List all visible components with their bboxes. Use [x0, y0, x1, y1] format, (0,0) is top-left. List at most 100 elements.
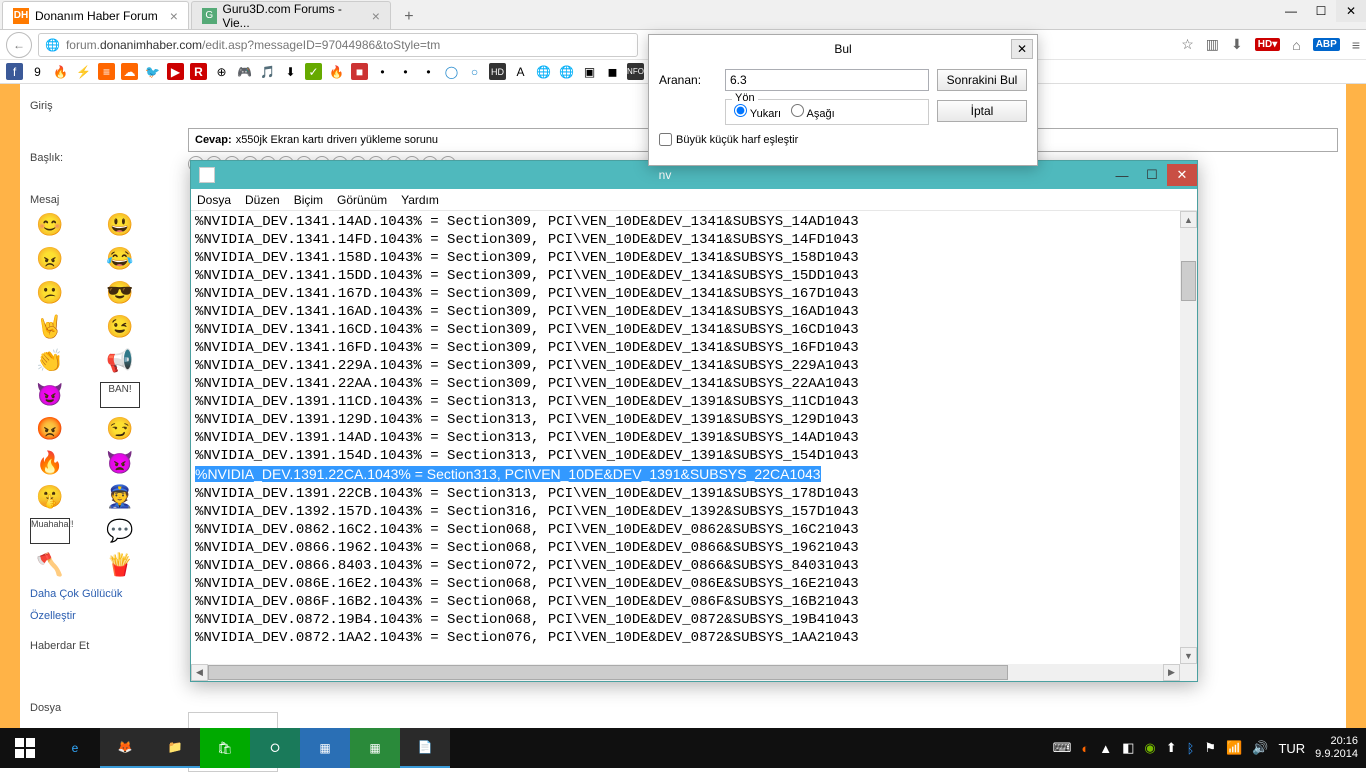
bookmark-icon[interactable]: 🌐 — [535, 63, 552, 80]
tray-icon[interactable]: ◧ — [1122, 740, 1134, 756]
find-close-button[interactable]: ✕ — [1011, 39, 1033, 59]
bookmark-star-icon[interactable]: ☆ — [1181, 36, 1194, 53]
find-search-input[interactable] — [725, 69, 929, 91]
emoji[interactable]: 😊 — [30, 212, 70, 238]
abp-icon[interactable]: ABP — [1313, 38, 1340, 51]
emoji[interactable]: 😡 — [30, 416, 70, 442]
find-next-button[interactable]: Sonrakini Bul — [937, 69, 1027, 91]
scroll-thumb[interactable] — [1181, 261, 1196, 301]
tray-keyboard-icon[interactable]: ⌨ — [1053, 740, 1072, 756]
direction-down-radio[interactable]: Aşağı — [791, 104, 835, 120]
emoji-muahaha[interactable]: Muahaha!! — [30, 518, 70, 544]
url-input[interactable]: 🌐 forum.donanimhaber.com/edit.asp?messag… — [38, 33, 638, 57]
emoji[interactable]: 😂 — [100, 246, 140, 272]
bookmark-icon[interactable]: NFO — [627, 63, 644, 80]
notepad-minimize-button[interactable]: — — [1107, 164, 1137, 186]
emoji[interactable]: 😉 — [100, 314, 140, 340]
emoji[interactable]: 💬 — [100, 518, 140, 544]
notepad-text-area[interactable]: %NVIDIA_DEV.1341.14AD.1043% = Section309… — [191, 211, 1180, 664]
tray-network-icon[interactable]: 📶 — [1226, 740, 1242, 756]
match-case-checkbox[interactable]: Büyük küçük harf eşleştir — [659, 133, 929, 146]
bookmark-icon[interactable]: 🎵 — [259, 63, 276, 80]
scroll-up-arrow[interactable]: ▲ — [1180, 211, 1197, 228]
menu-format[interactable]: Biçim — [294, 193, 323, 207]
bookmark-icon[interactable]: f — [6, 63, 23, 80]
bookmark-icon[interactable]: R — [190, 63, 207, 80]
bookmark-icon[interactable]: ▶ — [167, 63, 184, 80]
emoji[interactable]: 😎 — [100, 280, 140, 306]
scroll-down-arrow[interactable]: ▼ — [1180, 647, 1197, 664]
bookmark-icon[interactable]: 🐦 — [144, 63, 161, 80]
minimize-button[interactable]: — — [1276, 0, 1306, 22]
menu-file[interactable]: Dosya — [197, 193, 231, 207]
bookmark-icon[interactable]: 9 — [29, 63, 46, 80]
taskbar-app[interactable]: ▦ — [300, 728, 350, 768]
bookmark-icon[interactable]: 🔥 — [52, 63, 69, 80]
emoji[interactable]: 🤫 — [30, 484, 70, 510]
bookmark-icon[interactable]: ■ — [351, 63, 368, 80]
bookmark-icon[interactable]: ○ — [466, 63, 483, 80]
taskbar-firefox[interactable]: 🦊 — [100, 728, 150, 768]
horizontal-scrollbar[interactable]: ◀ ▶ — [191, 664, 1180, 681]
emoji[interactable]: 👏 — [30, 348, 70, 374]
more-smileys-link[interactable]: Daha Çok Gülücük — [30, 588, 170, 600]
start-button[interactable] — [0, 728, 50, 768]
bookmark-icon[interactable]: • — [397, 63, 414, 80]
bookmark-icon[interactable]: 🌐 — [558, 63, 575, 80]
customize-link[interactable]: Özelleştir — [30, 610, 170, 622]
emoji[interactable]: 🔥 — [30, 450, 70, 476]
browser-tab-inactive[interactable]: G Guru3D.com Forums - Vie... × — [191, 1, 391, 29]
notepad-close-button[interactable]: ✕ — [1167, 164, 1197, 186]
bookmark-icon[interactable]: ⬇ — [282, 63, 299, 80]
taskbar-calculator[interactable]: ▦ — [350, 728, 400, 768]
menu-edit[interactable]: Düzen — [245, 193, 280, 207]
back-button[interactable]: ← — [6, 32, 32, 58]
emoji[interactable]: 🍟 — [100, 552, 140, 578]
tray-action-center-icon[interactable]: ⚑ — [1204, 740, 1216, 756]
emoji[interactable]: 😃 — [100, 212, 140, 238]
tray-bluetooth-icon[interactable]: ᛒ — [1187, 741, 1195, 756]
new-tab-button[interactable]: + — [395, 5, 423, 29]
resize-grip[interactable] — [1180, 664, 1197, 681]
emoji[interactable]: 😏 — [100, 416, 140, 442]
bookmark-icon[interactable]: ≡ — [98, 63, 115, 80]
emoji[interactable]: 😈 — [30, 382, 70, 408]
taskbar-notepad[interactable]: 📄 — [400, 728, 450, 768]
bookmark-icon[interactable]: • — [420, 63, 437, 80]
bookmark-icon[interactable]: ▣ — [581, 63, 598, 80]
tray-icon[interactable]: ⬆ — [1166, 740, 1177, 756]
emoji[interactable]: 👮 — [100, 484, 140, 510]
emoji[interactable]: 📢 — [100, 348, 140, 374]
bookmark-icon[interactable]: A — [512, 63, 529, 80]
reading-list-icon[interactable]: ▥ — [1206, 36, 1219, 53]
taskbar-app[interactable]: ⭘ — [250, 728, 300, 768]
bookmark-icon[interactable]: ◯ — [443, 63, 460, 80]
taskbar-ie[interactable]: e — [50, 728, 100, 768]
emoji[interactable]: 🪓 — [30, 552, 70, 578]
bookmark-icon[interactable]: ⊕ — [213, 63, 230, 80]
tab-close-icon[interactable]: × — [170, 8, 178, 24]
tray-volume-icon[interactable]: 🔊 — [1252, 740, 1268, 756]
tray-nvidia-icon[interactable]: ◉ — [1144, 740, 1155, 756]
home-icon[interactable]: ⌂ — [1292, 37, 1300, 53]
tab-close-icon[interactable]: × — [372, 8, 380, 24]
bookmark-icon[interactable]: 🔥 — [328, 63, 345, 80]
bookmark-icon[interactable]: 🎮 — [236, 63, 253, 80]
emoji[interactable]: 👿 — [100, 450, 140, 476]
menu-view[interactable]: Görünüm — [337, 193, 387, 207]
taskbar-explorer[interactable]: 📁 — [150, 728, 200, 768]
tray-clock[interactable]: 20:16 9.9.2014 — [1315, 735, 1358, 761]
direction-up-radio[interactable]: Yukarı — [734, 104, 781, 120]
bookmark-icon[interactable]: ☁ — [121, 63, 138, 80]
emoji[interactable]: 🤘 — [30, 314, 70, 340]
downloads-icon[interactable]: ⬇ — [1231, 36, 1243, 53]
bookmark-icon[interactable]: ✓ — [305, 63, 322, 80]
find-cancel-button[interactable]: İptal — [937, 100, 1027, 122]
tray-language[interactable]: TUR — [1278, 741, 1305, 756]
bookmark-icon[interactable]: • — [374, 63, 391, 80]
browser-tab-active[interactable]: DH Donanım Haber Forum × — [2, 1, 189, 29]
emoji[interactable]: 😕 — [30, 280, 70, 306]
hd-icon[interactable]: HD▾ — [1255, 38, 1280, 51]
bookmark-icon[interactable]: HD — [489, 63, 506, 80]
emoji-ban[interactable]: BAN! — [100, 382, 140, 408]
